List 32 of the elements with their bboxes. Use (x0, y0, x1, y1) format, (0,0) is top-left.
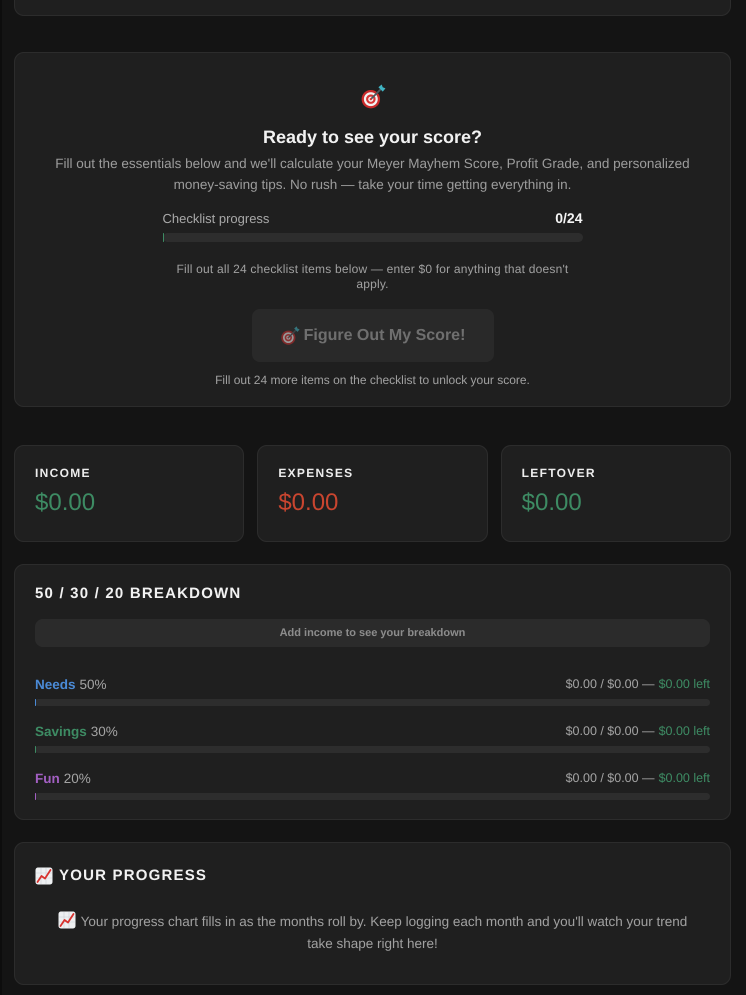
category-name: Savings (35, 724, 87, 738)
category-name: Fun (35, 770, 60, 786)
category-remaining: $0.00 left (658, 677, 710, 691)
category-amounts: $0.00 / $0.00 — (566, 677, 655, 691)
checklist-hint: Fill out all 24 checklist items below — enter $0 for anything that doesn't apply. (176, 262, 570, 292)
stat-label: EXPENSES (278, 465, 354, 481)
stat-value: $0.00 (522, 489, 582, 517)
score-description: Fill out the essentials below and we'll calculate your Meyer Mayhem Score, Profit Grade, and personalized money-saving tips. No rush — take your time getting everything in. (54, 155, 691, 194)
stat-label: INCOME (35, 465, 91, 481)
category-name: Needs (35, 676, 76, 692)
progress-label: Checklist progress (162, 210, 270, 226)
category-percent: 20% (64, 770, 91, 786)
unlock-note: Fill out 24 more items on the checklist to unlock your score. (215, 372, 530, 388)
chart-increasing-icon (58, 911, 76, 929)
breakdown-notice: Add income to see your breakdown (35, 619, 710, 647)
category-amounts: $0.00 / $0.00 — (566, 771, 655, 785)
target-dart-icon (280, 326, 300, 346)
target-dart-icon (360, 84, 386, 110)
chart-increasing-icon (35, 867, 53, 885)
progress-title: YOUR PROGRESS (59, 866, 208, 886)
category-remaining: $0.00 left (658, 771, 710, 785)
category-amounts: $0.00 / $0.00 — (566, 724, 655, 738)
stat-label: LEFTOVER (522, 465, 596, 481)
category-percent: 30% (90, 724, 118, 738)
score-title: Ready to see your score? (262, 126, 482, 149)
category-remaining: $0.00 left (658, 724, 710, 738)
progress-count: 0/24 (555, 210, 582, 226)
progress-message: Your progress chart fills in as the months roll by. Keep logging each month and you'll watch your trend take shape right here! (80, 914, 688, 951)
stat-value: $0.00 (278, 489, 338, 517)
stat-value: $0.00 (35, 489, 96, 517)
category-percent: 50% (80, 676, 107, 692)
breakdown-title: 50 / 30 / 20 BREAKDOWN (35, 584, 242, 604)
